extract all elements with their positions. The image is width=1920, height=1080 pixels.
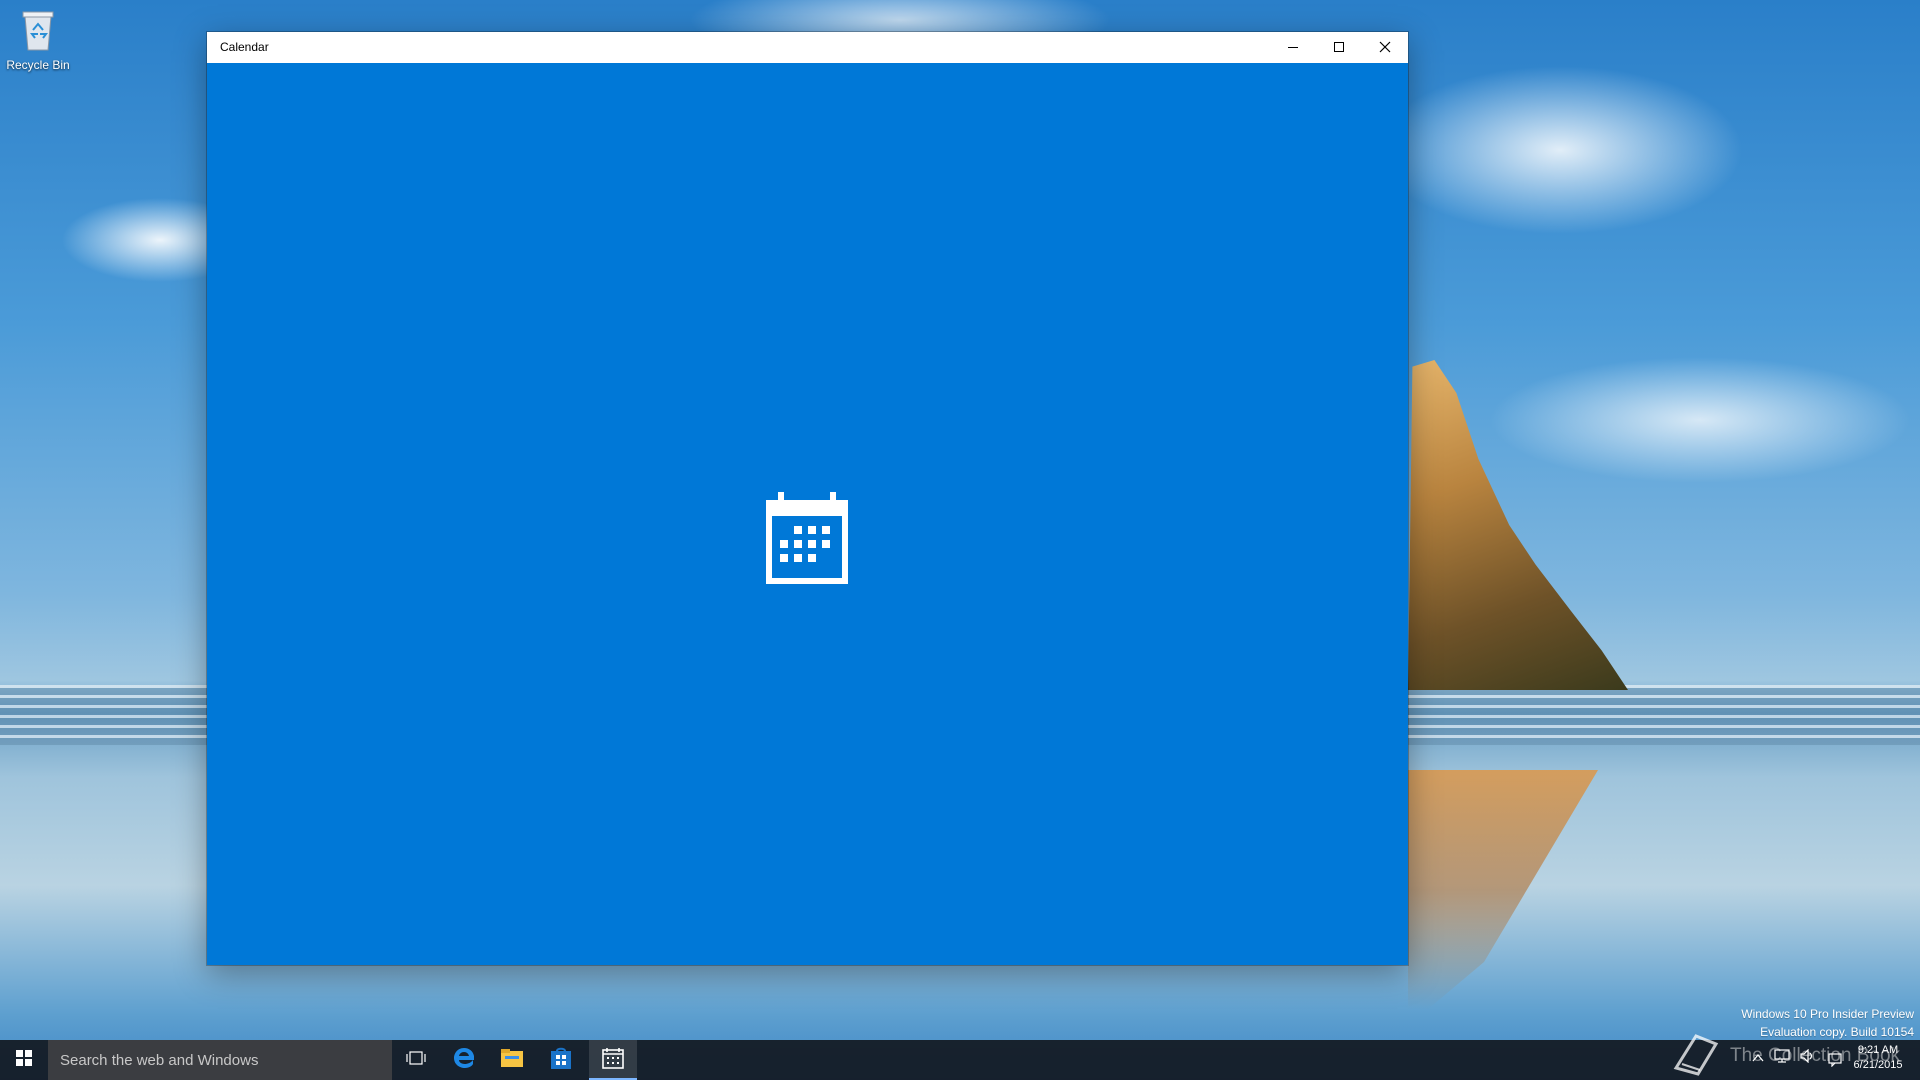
calendar-taskbar-button[interactable] xyxy=(589,1040,637,1080)
search-placeholder: Search the web and Windows xyxy=(60,1051,259,1069)
folder-icon xyxy=(500,1048,524,1072)
recycle-bin-label: Recycle Bin xyxy=(6,58,70,72)
file-explorer-button[interactable] xyxy=(488,1040,536,1080)
chevron-up-icon[interactable] xyxy=(1752,1048,1764,1067)
taskbar-clock[interactable]: 9:21 AM 6/21/2015 xyxy=(1846,1043,1910,1073)
calendar-icon xyxy=(602,1047,624,1073)
search-box[interactable]: Search the web and Windows xyxy=(48,1040,392,1080)
desktop-icon-recycle-bin[interactable]: Recycle Bin xyxy=(6,8,70,72)
recycle-bin-icon xyxy=(21,8,55,52)
store-icon xyxy=(549,1046,573,1074)
notification-icon[interactable] xyxy=(1828,1052,1842,1071)
window-title: Calendar xyxy=(220,40,269,54)
desktop: Recycle Bin Calendar Windows 10 Pro Insi… xyxy=(0,0,1920,1080)
maximize-icon xyxy=(1333,38,1345,57)
task-view-icon xyxy=(406,1050,426,1070)
start-button[interactable] xyxy=(0,1040,48,1080)
volume-icon[interactable] xyxy=(1800,1048,1816,1067)
title-bar[interactable]: Calendar xyxy=(207,32,1408,63)
watermark-line-2: Evaluation copy. Build 10154 xyxy=(1760,1025,1914,1039)
minimize-button[interactable] xyxy=(1270,32,1316,63)
calendar-window: Calendar xyxy=(207,32,1408,965)
watermark-line-1: Windows 10 Pro Insider Preview xyxy=(1741,1007,1914,1021)
clock-date: 6/21/2015 xyxy=(1853,1059,1903,1071)
clock-time: 9:21 AM xyxy=(1857,1044,1899,1056)
cliff-reflection xyxy=(1408,770,1598,1010)
build-watermark: Windows 10 Pro Insider Preview Evaluatio… xyxy=(1741,1005,1914,1041)
minimize-icon xyxy=(1287,38,1299,57)
task-view-button[interactable] xyxy=(392,1040,440,1080)
windows-logo-icon xyxy=(16,1050,32,1070)
cliff-rock xyxy=(1408,360,1628,690)
store-button[interactable] xyxy=(537,1040,585,1080)
network-icon[interactable] xyxy=(1774,1048,1790,1067)
taskbar: Search the web and Windows xyxy=(0,1040,1920,1080)
close-icon xyxy=(1379,38,1391,57)
book-logo-icon xyxy=(1668,1030,1722,1080)
edge-button[interactable] xyxy=(440,1040,488,1080)
calendar-icon xyxy=(764,490,850,590)
edge-icon xyxy=(452,1046,476,1074)
close-button[interactable] xyxy=(1362,32,1408,63)
maximize-button[interactable] xyxy=(1316,32,1362,63)
system-tray xyxy=(1752,1048,1816,1067)
splash-screen xyxy=(207,63,1408,965)
